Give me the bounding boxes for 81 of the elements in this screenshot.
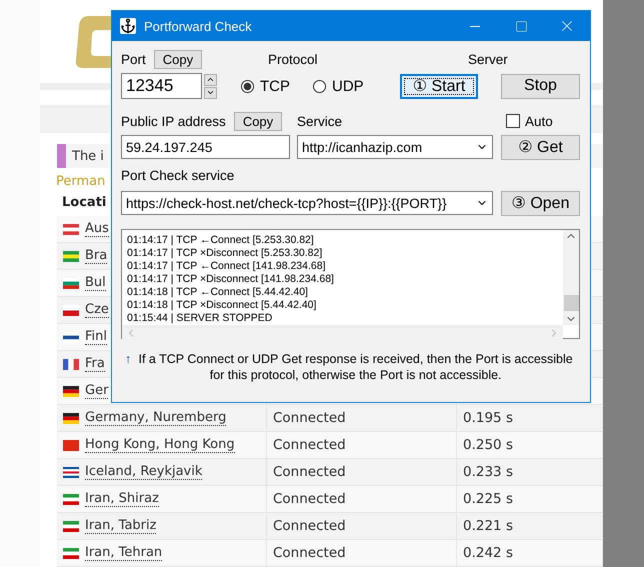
status-text: Connected xyxy=(273,437,346,453)
location-link[interactable]: Bul xyxy=(85,275,106,291)
log-line: 01:14:18 | TCP ×Disconnect [5.44.42.40] xyxy=(127,299,318,312)
time-text: 0.242 s xyxy=(463,545,513,561)
flag-icon xyxy=(63,386,79,396)
ip-label: Public IP address xyxy=(121,114,226,128)
location-link[interactable]: Iran, Tabriz xyxy=(85,518,156,534)
radio-label[interactable]: UDP xyxy=(332,78,364,94)
auto-label[interactable]: Auto xyxy=(525,114,553,128)
server-label: Server xyxy=(468,52,508,66)
copy-button[interactable]: Copy xyxy=(154,50,202,68)
log-line: 01:14:17 | TCP ←Connect [5.253.30.82] xyxy=(127,234,315,247)
flag-icon xyxy=(63,548,79,558)
auto-checkbox[interactable] xyxy=(506,114,520,128)
time-text: 0.195 s xyxy=(463,410,513,426)
status-text: Connected xyxy=(273,518,346,534)
stop-button[interactable]: Stop xyxy=(501,74,580,98)
location-link[interactable]: Aus xyxy=(85,221,109,237)
status-text: Connected xyxy=(273,545,346,561)
flag-icon xyxy=(63,520,79,532)
log-line: 01:15:44 | SERVER STOPPED xyxy=(127,312,274,325)
flag-icon xyxy=(63,332,79,342)
port-field[interactable]: 12345 xyxy=(121,73,202,99)
status-text: Connected xyxy=(273,491,346,507)
get-button[interactable]: ② Get xyxy=(501,134,580,160)
flag-icon xyxy=(63,440,79,450)
check-service-dropdown[interactable]: https://check-host.net/check-tcp?host={{IP}}:{{PORT}} xyxy=(121,191,493,215)
horizontal-scrollbar[interactable] xyxy=(122,325,563,341)
notice-text: The i xyxy=(72,148,104,164)
flag-icon xyxy=(63,466,79,478)
location-link[interactable]: Ger xyxy=(85,383,108,399)
service-label: Service xyxy=(297,114,342,128)
ip-field[interactable]: 59.24.197.245 xyxy=(121,135,290,159)
log-line: 01:14:17 | TCP ←Connect [141.98.234.68] xyxy=(127,260,326,273)
hint-text: If a TCP Connect or UDP Get response is received, then the Port is accessible for this protocol, otherwise the Port is not accessible. xyxy=(138,351,574,383)
radio-label[interactable]: TCP xyxy=(260,78,290,94)
maximize-icon xyxy=(514,20,528,32)
check-service-label: Port Check service xyxy=(121,168,234,182)
flag-icon xyxy=(63,412,79,424)
scroll-thumb[interactable] xyxy=(564,295,578,311)
vertical-scrollbar[interactable] xyxy=(563,230,579,325)
time-text: 0.233 s xyxy=(463,464,513,480)
service-dropdown[interactable]: http://icanhazip.com xyxy=(297,135,493,159)
radio-button[interactable] xyxy=(313,80,326,92)
flag-icon xyxy=(63,250,79,262)
protocol-label: Protocol xyxy=(268,52,318,66)
time-text: 0.221 s xyxy=(463,518,513,534)
location-link[interactable]: Fra xyxy=(85,356,105,372)
flag-icon xyxy=(63,358,79,370)
log-line: 01:14:18 | TCP ←Connect [5.44.42.40] xyxy=(127,286,309,299)
window-title: Portforward Check xyxy=(144,18,253,34)
location-link[interactable]: Iceland, Reykjavik xyxy=(85,464,202,480)
location-link[interactable]: Iran, Tehran xyxy=(85,545,162,561)
location-link[interactable]: Bra xyxy=(85,248,108,264)
flag-icon xyxy=(63,224,79,234)
location-link[interactable]: Germany, Nuremberg xyxy=(85,410,226,426)
location-link[interactable]: Iran, Shiraz xyxy=(85,491,159,507)
start-button[interactable]: ① Start xyxy=(400,74,478,98)
service-value: http://icanhazip.com xyxy=(302,140,422,154)
up-arrow-icon: ↑ xyxy=(125,351,132,383)
open-button[interactable]: ③ Open xyxy=(501,190,580,216)
flag-icon xyxy=(63,278,79,288)
status-text: Connected xyxy=(273,410,346,426)
log-line: 01:14:17 | TCP ×Disconnect [5.253.30.82] xyxy=(127,247,324,260)
port-label: Port xyxy=(121,52,146,66)
anchor-icon xyxy=(120,18,136,34)
spin-up-button[interactable] xyxy=(204,74,217,86)
location-link[interactable]: Cze xyxy=(85,302,109,318)
column-header: Locati xyxy=(62,195,106,212)
flag-icon xyxy=(63,494,79,504)
log-line: 01:14:17 | TCP ×Disconnect [141.98.234.68] xyxy=(127,273,335,286)
check-service-value: https://check-host.net/check-tcp?host={{IP}}:{{PORT}} xyxy=(126,196,447,210)
spin-down-button[interactable] xyxy=(204,86,217,98)
radio-button[interactable] xyxy=(241,80,254,92)
flag-icon xyxy=(63,304,79,316)
location-link[interactable]: Hong Kong, Hong Kong xyxy=(85,437,235,453)
time-text: 0.225 s xyxy=(463,491,513,507)
copy-button[interactable]: Copy xyxy=(234,112,282,130)
time-text: 0.250 s xyxy=(463,437,513,453)
status-text: Connected xyxy=(273,464,346,480)
location-link[interactable]: Finl xyxy=(85,329,107,345)
